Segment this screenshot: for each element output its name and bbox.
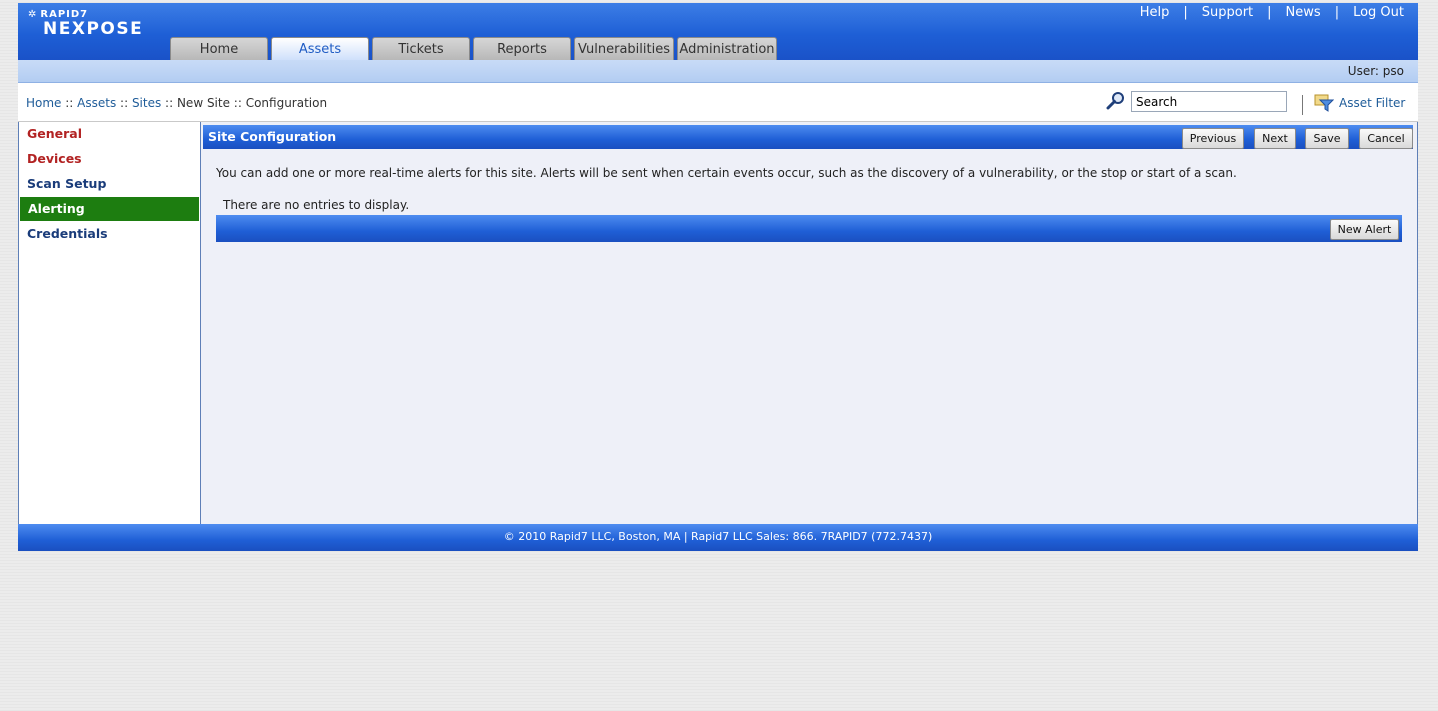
breadcrumb-separator: :: xyxy=(61,96,78,110)
main-tabs: Home Assets Tickets Reports Vulnerabilit… xyxy=(170,37,777,60)
search-input[interactable] xyxy=(1131,91,1287,112)
sidebar-item-alerting[interactable]: Alerting xyxy=(20,197,199,221)
cancel-button[interactable]: Cancel xyxy=(1359,128,1413,149)
tab-tickets[interactable]: Tickets xyxy=(372,37,470,60)
search-divider xyxy=(1302,95,1303,115)
app-window: ✲ RAPID7 NEXPOSE Help | Support | News |… xyxy=(18,3,1418,551)
search-icon[interactable] xyxy=(1106,91,1126,111)
breadcrumb-separator: :: xyxy=(116,96,132,110)
breadcrumb-home[interactable]: Home xyxy=(26,96,61,110)
sidebar-item-scan-setup[interactable]: Scan Setup xyxy=(19,172,200,196)
breadcrumb-separator: :: xyxy=(161,96,177,110)
nav-separator: | xyxy=(1183,5,1188,20)
next-button[interactable]: Next xyxy=(1254,128,1296,149)
support-link[interactable]: Support xyxy=(1202,5,1253,20)
top-header: ✲ RAPID7 NEXPOSE Help | Support | News |… xyxy=(18,3,1418,60)
new-alert-button[interactable]: New Alert xyxy=(1330,219,1399,240)
site-config-sidebar: General Devices Scan Setup Alerting Cred… xyxy=(18,122,201,524)
breadcrumb-sites[interactable]: Sites xyxy=(132,96,161,110)
help-link[interactable]: Help xyxy=(1140,5,1170,20)
user-bar: User: pso xyxy=(18,60,1418,83)
save-button[interactable]: Save xyxy=(1305,128,1349,149)
product-name: NEXPOSE xyxy=(43,19,144,39)
asset-filter-link[interactable]: Asset Filter xyxy=(1314,94,1405,112)
sidebar-item-general[interactable]: General xyxy=(19,122,200,146)
breadcrumb-configuration: Configuration xyxy=(245,96,328,110)
footer-text: © 2010 Rapid7 LLC, Boston, MA | Rapid7 L… xyxy=(503,530,933,543)
main-content: Site Configuration Previous Next Save Ca… xyxy=(201,122,1418,524)
tab-administration[interactable]: Administration xyxy=(677,37,777,60)
panel-title: Site Configuration xyxy=(208,129,337,144)
sidebar-item-credentials[interactable]: Credentials xyxy=(19,222,200,246)
footer: © 2010 Rapid7 LLC, Boston, MA | Rapid7 L… xyxy=(18,524,1418,551)
panel-header: Site Configuration Previous Next Save Ca… xyxy=(203,125,1413,149)
tab-assets[interactable]: Assets xyxy=(271,37,369,60)
nav-separator: | xyxy=(1267,5,1272,20)
asset-filter-label: Asset Filter xyxy=(1339,96,1406,110)
breadcrumb-separator: :: xyxy=(229,96,246,110)
breadcrumb-assets[interactable]: Assets xyxy=(77,96,116,110)
tab-reports[interactable]: Reports xyxy=(473,37,571,60)
tab-vulnerabilities[interactable]: Vulnerabilities xyxy=(574,37,674,60)
tab-home[interactable]: Home xyxy=(170,37,268,60)
utility-nav: Help | Support | News | Log Out xyxy=(1140,5,1404,20)
alerting-intro-text: You can add one or more real-time alerts… xyxy=(216,166,1237,180)
breadcrumb-new-site: New Site xyxy=(176,96,230,110)
news-link[interactable]: News xyxy=(1286,5,1321,20)
breadcrumb-bar: Home :: Assets :: Sites :: New Site :: C… xyxy=(18,83,1418,122)
logout-link[interactable]: Log Out xyxy=(1353,5,1404,20)
sidebar-item-devices[interactable]: Devices xyxy=(19,147,200,171)
previous-button[interactable]: Previous xyxy=(1182,128,1244,149)
breadcrumb: Home :: Assets :: Sites :: New Site :: C… xyxy=(26,96,327,110)
user-label: User: pso xyxy=(1347,64,1404,78)
rapid7-logo-icon: ✲ xyxy=(28,9,38,20)
nexpose-logo[interactable]: ✲ RAPID7 NEXPOSE xyxy=(28,9,143,39)
nav-separator: | xyxy=(1334,5,1340,20)
empty-alerts-message: There are no entries to display. xyxy=(223,198,410,212)
alerts-table-bar: New Alert xyxy=(216,215,1402,242)
funnel-filter-icon xyxy=(1314,94,1334,112)
